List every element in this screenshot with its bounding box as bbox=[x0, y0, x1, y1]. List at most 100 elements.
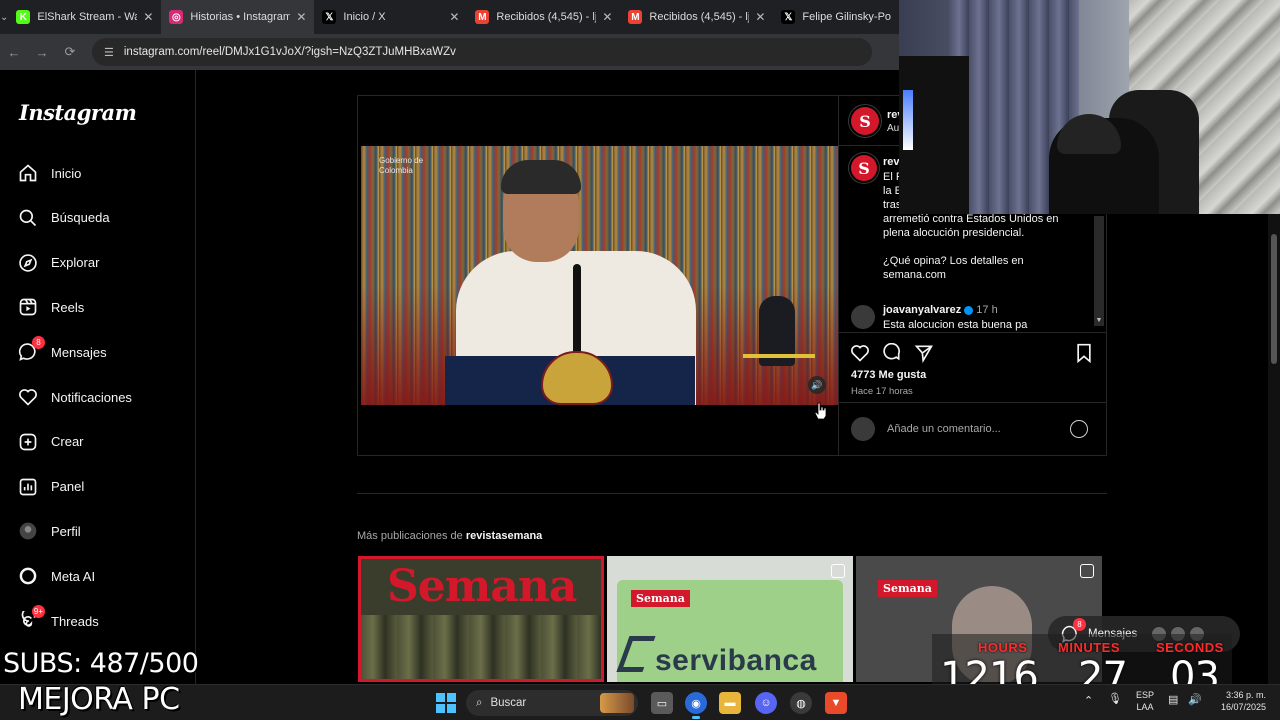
comments-scrollbar[interactable]: ▼ bbox=[1094, 216, 1104, 326]
sidebar-item-label: Reels bbox=[51, 299, 85, 315]
sidebar-item-perfil[interactable]: Perfil bbox=[18, 517, 81, 545]
sidebar-item-label: Threads bbox=[51, 613, 99, 629]
instagram-icon: ◎ bbox=[169, 10, 184, 24]
browser-tab[interactable]: M Recibidos (4,545) - ljho ✕ bbox=[620, 0, 773, 34]
volume-icon[interactable]: 🔊 bbox=[1188, 694, 1202, 706]
reel-indicator-icon bbox=[1080, 564, 1094, 578]
sidebar-item-inicio[interactable]: Inicio bbox=[18, 159, 81, 187]
avatar-icon bbox=[18, 521, 38, 541]
kick-icon: K bbox=[16, 10, 31, 24]
sidebar-item-busqueda[interactable]: Búsqueda bbox=[18, 204, 110, 232]
brave-icon[interactable]: ▼ bbox=[825, 692, 847, 714]
discord-icon[interactable]: ☺ bbox=[755, 692, 777, 714]
site-info-icon[interactable]: ☰ bbox=[104, 46, 114, 59]
reload-button[interactable]: ⟳ bbox=[56, 44, 84, 60]
tab-title: Recibidos (4,545) - ljho bbox=[496, 11, 597, 23]
sidebar-item-label: Perfil bbox=[51, 523, 81, 539]
sidebar-item-panel[interactable]: Panel bbox=[18, 473, 84, 501]
semana-tag: Semana bbox=[631, 590, 690, 607]
home-icon bbox=[18, 163, 38, 183]
reel-video[interactable]: Gobierno de Colombia 🔊 bbox=[358, 96, 838, 455]
forward-button[interactable]: → bbox=[28, 45, 56, 60]
clock[interactable]: 3:36 p. m. 16/07/2025 bbox=[1214, 689, 1266, 713]
microphone bbox=[573, 264, 581, 362]
more-post-thumbnail[interactable]: servibanca Semana bbox=[607, 556, 853, 682]
more-post-thumbnail[interactable]: Semana bbox=[358, 556, 604, 682]
section-divider bbox=[357, 493, 1107, 494]
sidebar-item-label: Crear bbox=[51, 434, 84, 450]
microphone-icon[interactable]: 🎙 bbox=[1108, 693, 1122, 705]
search-icon bbox=[18, 208, 38, 228]
meta-ai-icon bbox=[18, 566, 38, 586]
like-heart-icon[interactable] bbox=[849, 342, 871, 364]
heart-icon bbox=[18, 387, 38, 407]
gmail-icon: M bbox=[628, 10, 643, 24]
sidebar-item-mensajes[interactable]: 8 Mensajes bbox=[18, 336, 107, 366]
address-bar: ← → ⟳ ☰ instagram.com/reel/DMJx1G1vJoX/?… bbox=[0, 34, 900, 70]
back-button[interactable]: ← bbox=[0, 45, 28, 60]
network-icon[interactable]: ▤ bbox=[1168, 694, 1178, 706]
caption-avatar[interactable]: S bbox=[851, 155, 877, 181]
taskbar-search[interactable]: ⌕ Buscar bbox=[466, 690, 638, 716]
sidebar-item-threads[interactable]: 9+ Threads bbox=[18, 605, 99, 635]
emoji-icon[interactable] bbox=[1070, 420, 1088, 438]
sidebar-item-meta-ai[interactable]: Meta AI bbox=[18, 562, 95, 590]
notification-badge: 9+ bbox=[31, 605, 45, 618]
save-bookmark-icon[interactable] bbox=[1073, 342, 1095, 364]
account-avatar[interactable]: S bbox=[851, 107, 879, 135]
reels-icon bbox=[18, 297, 38, 317]
sidebar-item-notificaciones[interactable]: Notificaciones bbox=[18, 383, 132, 411]
tab-title: Historias • Instagram bbox=[190, 11, 291, 23]
instagram-logo[interactable]: Instagram bbox=[19, 100, 137, 125]
comment-bubble-icon[interactable] bbox=[881, 342, 903, 364]
tab-search-button[interactable]: ⌄ bbox=[0, 0, 8, 34]
minutes-label: MINUTES bbox=[1058, 640, 1120, 655]
browser-tab[interactable]: 𝕏 Inicio / X ✕ bbox=[314, 0, 467, 34]
sidebar-item-crear[interactable]: Crear bbox=[18, 428, 84, 456]
notification-badge: 8 bbox=[32, 336, 45, 350]
tab-title: Inicio / X bbox=[343, 11, 386, 23]
like-count[interactable]: 4773 Me gusta bbox=[851, 369, 926, 381]
subs-counter: SUBS: 487/500 bbox=[3, 648, 199, 679]
url-text: instagram.com/reel/DMJx1G1vJoX/?igsh=NzQ… bbox=[123, 46, 456, 58]
add-comment-area: Añade un comentario... bbox=[839, 402, 1107, 455]
obs-icon[interactable]: ◍ bbox=[790, 692, 812, 714]
browser-tab[interactable]: M Recibidos (4,545) - ljho ✕ bbox=[467, 0, 620, 34]
tray-overflow-icon[interactable]: ⌃ bbox=[1084, 695, 1093, 707]
verified-badge-icon bbox=[964, 305, 974, 315]
comment-input[interactable]: Añade un comentario... bbox=[887, 423, 1001, 435]
sidebar-item-explorar[interactable]: Explorar bbox=[18, 249, 99, 277]
commenter-username[interactable]: joavanyalvarez 17 h bbox=[883, 304, 998, 316]
post-actions: 4773 Me gusta Hace 17 horas bbox=[839, 332, 1107, 402]
tab-title: ElShark Stream - Watch bbox=[37, 11, 138, 23]
task-view-icon[interactable]: ▭ bbox=[651, 692, 673, 714]
close-tab-icon[interactable]: ✕ bbox=[449, 10, 459, 24]
servibanca-text: servibanca bbox=[655, 644, 817, 677]
share-send-icon[interactable] bbox=[913, 342, 935, 364]
browser-tab[interactable]: ◎ Historias • Instagram ✕ bbox=[161, 0, 315, 34]
volume-icon[interactable]: 🔊 bbox=[808, 376, 826, 394]
commenter-avatar[interactable] bbox=[851, 305, 875, 329]
close-tab-icon[interactable]: ✕ bbox=[296, 10, 306, 24]
sidebar-item-label: Explorar bbox=[51, 255, 100, 271]
chrome-icon[interactable]: ◉ bbox=[685, 692, 707, 719]
start-button[interactable] bbox=[436, 693, 456, 713]
search-highlight-image bbox=[600, 693, 634, 713]
browser-tab[interactable]: K ElShark Stream - Watch ✕ bbox=[8, 0, 161, 34]
messenger-icon: 8 bbox=[18, 336, 45, 362]
url-field[interactable]: ☰ instagram.com/reel/DMJx1G1vJoX/?igsh=N… bbox=[92, 38, 872, 66]
close-tab-icon[interactable]: ✕ bbox=[143, 10, 153, 24]
language-indicator[interactable]: ESP LAA bbox=[1136, 689, 1154, 713]
sidebar-item-label: Búsqueda bbox=[51, 210, 110, 226]
more-posts-account-link[interactable]: revistasemana bbox=[466, 530, 542, 542]
sidebar-item-reels[interactable]: Reels bbox=[18, 293, 84, 321]
file-explorer-icon[interactable]: ▬ bbox=[719, 692, 741, 714]
close-tab-icon[interactable]: ✕ bbox=[755, 10, 765, 24]
page-scrollbar[interactable] bbox=[1268, 214, 1280, 684]
close-tab-icon[interactable]: ✕ bbox=[602, 10, 612, 24]
x-icon: 𝕏 bbox=[781, 10, 796, 24]
gobierno-de-colombia-watermark: Gobierno de Colombia bbox=[379, 156, 424, 175]
video-frame[interactable]: Gobierno de Colombia bbox=[361, 146, 838, 405]
search-icon: ⌕ bbox=[476, 696, 483, 709]
comment-text: Esta alocucion esta buena pa bbox=[883, 319, 1028, 331]
